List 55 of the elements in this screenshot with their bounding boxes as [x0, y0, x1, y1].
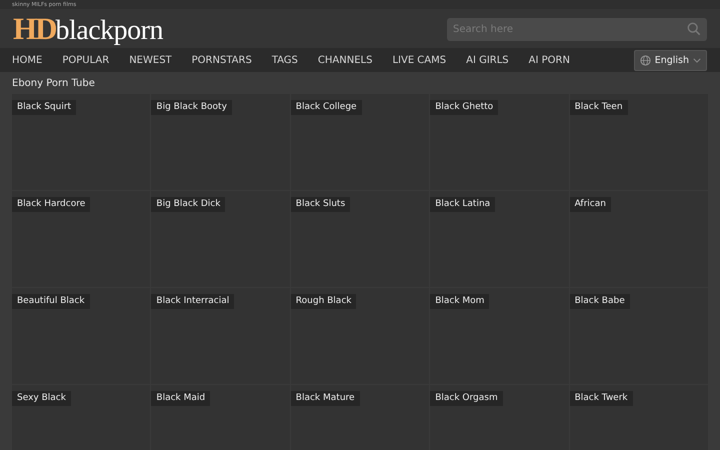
page-title: Ebony Porn Tube	[12, 77, 96, 91]
category-label: Big Black Dick	[151, 197, 226, 212]
category-label: African	[570, 197, 611, 212]
category-label: Black Sluts	[290, 197, 350, 212]
nav-link[interactable]: NEWEST	[129, 54, 172, 66]
category-label: Black Mature	[290, 391, 360, 406]
site-logo[interactable]: HDblackporn	[13, 12, 163, 44]
nav-link[interactable]: AI PORN	[528, 54, 570, 66]
category-tile[interactable]: Black Mom	[430, 288, 569, 384]
chevron-down-icon	[693, 58, 701, 62]
category-label: Black Babe	[570, 294, 630, 309]
globe-icon	[640, 54, 651, 66]
category-tile[interactable]: Black Interracial	[151, 288, 290, 384]
category-tile[interactable]: Beautiful Black	[12, 288, 150, 384]
category-tile[interactable]: Black Twerk	[570, 385, 708, 450]
category-label: Black Hardcore	[12, 197, 90, 212]
category-label: Black Mom	[430, 294, 490, 309]
category-tile[interactable]: Black Latina	[430, 191, 569, 287]
nav-link[interactable]: PORNSTARS	[192, 54, 252, 66]
category-tile[interactable]: Black Squirt	[12, 94, 150, 190]
category-tile[interactable]: Black Ghetto	[430, 94, 569, 190]
category-tile[interactable]: African	[570, 191, 708, 287]
category-tile[interactable]: Black Mature	[290, 385, 430, 450]
category-tile[interactable]: Sexy Black	[12, 385, 150, 450]
category-label: Black Interracial	[151, 294, 234, 309]
category-tile[interactable]: Black Orgasm	[430, 385, 569, 450]
category-label: Black Squirt	[12, 100, 76, 115]
category-tile[interactable]: Black Babe	[570, 288, 708, 384]
category-label: Black College	[290, 100, 362, 115]
category-label: Black Maid	[151, 391, 210, 406]
category-label: Black Latina	[430, 197, 496, 212]
category-label: Black Teen	[570, 100, 628, 115]
category-tile[interactable]: Rough Black	[290, 288, 430, 384]
nav-link[interactable]: HOME	[12, 54, 42, 66]
category-label: Black Ghetto	[430, 100, 498, 115]
category-tile[interactable]: Black College	[290, 94, 430, 190]
category-tile[interactable]: Black Sluts	[290, 191, 430, 287]
nav-link[interactable]: TAGS	[272, 54, 298, 66]
language-button[interactable]: English	[634, 50, 707, 70]
category-label: Sexy Black	[12, 391, 71, 406]
category-tile[interactable]: Big Black Dick	[151, 191, 290, 287]
category-tile[interactable]: Black Hardcore	[12, 191, 150, 287]
category-label: Black Orgasm	[430, 391, 503, 406]
nav-link[interactable]: POPULAR	[62, 54, 110, 66]
category-label: Rough Black	[290, 294, 356, 309]
category-label: Black Twerk	[570, 391, 633, 406]
category-label: Big Black Booty	[151, 100, 232, 115]
category-tile[interactable]: Big Black Booty	[151, 94, 290, 190]
category-label: Beautiful Black	[12, 294, 90, 309]
category-tile[interactable]: Black Teen	[570, 94, 708, 190]
nav-link[interactable]: CHANNELS	[318, 54, 372, 66]
category-tile[interactable]: Black Maid	[151, 385, 290, 450]
search-icon[interactable]	[687, 22, 701, 36]
nav-link[interactable]: LIVE CAMS	[392, 54, 446, 66]
nav-link[interactable]: AI GIRLS	[466, 54, 509, 66]
